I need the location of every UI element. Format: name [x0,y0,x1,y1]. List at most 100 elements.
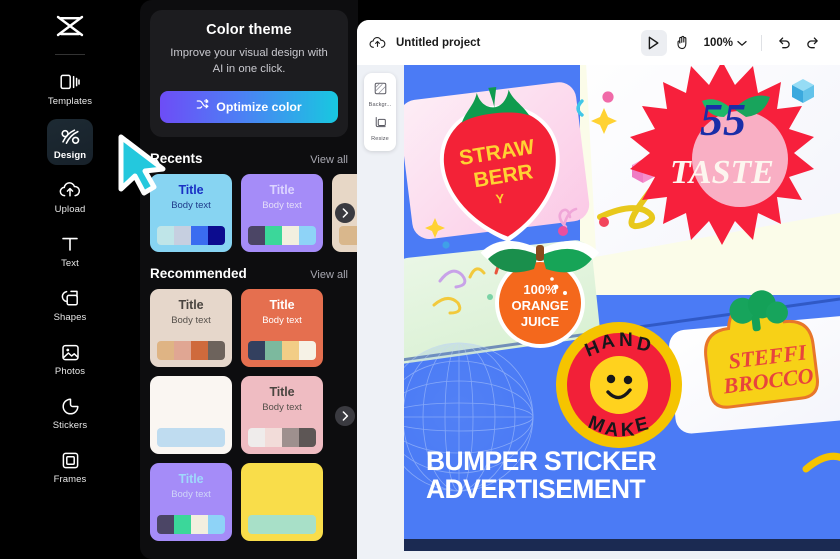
color-swatch [282,515,299,535]
template-card-swatches [157,226,225,246]
sidebar-item-label: Text [61,258,79,269]
rail-divider [55,54,85,55]
svg-text:N: N [619,330,633,351]
zoom-control[interactable]: 100% [704,34,747,52]
artboard-headline[interactable]: BUMPER STICKER ADVERTISEMENT [426,447,657,503]
recents-card-row[interactable]: Title Body text Title Body text [140,174,358,253]
recents-header: Recents View all [140,151,358,166]
color-swatch [299,515,316,535]
design-icon [60,125,81,147]
color-swatch [174,428,191,448]
color-swatch [157,226,174,246]
template-card[interactable]: Title Body text [150,289,232,368]
templates-icon [60,71,80,93]
project-name[interactable]: Untitled project [396,37,480,49]
redo-button[interactable] [800,30,826,56]
template-card[interactable] [150,376,232,455]
resize-icon [374,116,387,134]
recommended-view-all-link[interactable]: View all [310,269,348,281]
color-swatch [174,341,191,361]
template-card-title: Title [269,183,295,198]
toolbar-right-group: 100% [640,20,826,65]
template-card-title: Title [178,183,204,198]
color-swatch [248,341,265,361]
template-card[interactable]: Title Body text [241,174,323,253]
sidebar-item-shapes[interactable]: Shapes [48,281,92,327]
color-swatch [174,226,191,246]
sidebar-item-stickers[interactable]: Stickers [48,389,92,435]
color-theme-title: Color theme [206,22,292,38]
color-swatch [282,341,299,361]
template-card-swatches [248,341,316,361]
template-card[interactable]: Title Body text [150,463,232,542]
left-nav-rail: Templates Design Upload Text Shapes Phot… [0,0,140,559]
photos-icon [61,341,80,363]
canvas-stage[interactable]: Backgr... Resize STRAW BERR Y 55 TASTE 1… [357,65,840,559]
color-swatch [339,226,356,246]
template-card-body: Body text [262,200,302,212]
optimize-color-label: Optimize color [216,100,302,115]
cloud-save-icon[interactable] [369,36,386,50]
chevron-right-icon [342,208,348,218]
color-swatch [265,226,282,246]
sidebar-item-label: Photos [54,366,86,377]
template-card[interactable]: Title Body text [241,376,323,455]
artboard-bottom-bar [404,539,840,551]
sidebar-item-label: Design [53,150,87,161]
recents-view-all-link[interactable]: View all [310,154,348,166]
template-card-body: Body text [262,315,302,327]
color-swatch [208,428,225,448]
template-card[interactable]: Title Body text [241,289,323,368]
color-swatch [265,515,282,535]
optimize-color-button[interactable]: Optimize color [160,91,338,124]
resize-tool-button[interactable]: Resize [364,112,396,146]
template-card-swatches [157,341,225,361]
sidebar-item-text[interactable]: Text [48,227,92,273]
sidebar-item-design[interactable]: Design [47,119,93,165]
color-swatch [282,428,299,448]
template-card-swatches [248,428,316,448]
chevron-down-icon [737,34,747,52]
color-swatch [157,341,174,361]
template-card-body: Body text [262,402,302,414]
template-card-swatches [248,226,316,246]
undo-icon [779,37,790,49]
svg-text:100%: 100% [523,282,557,297]
color-swatch [208,226,225,246]
undo-button[interactable] [771,30,797,56]
resize-tool-label: Resize [371,136,389,142]
template-card-body: Body text [171,200,211,212]
sidebar-item-upload[interactable]: Upload [48,173,92,219]
app-root: Templates Design Upload Text Shapes Phot… [0,0,840,559]
template-card[interactable] [241,463,323,542]
design-artboard[interactable]: STRAW BERR Y 55 TASTE 100% ORANGE JUICE … [404,65,840,551]
recommended-scroll-next-button[interactable] [335,406,355,426]
svg-text:55: 55 [700,94,746,145]
color-swatch [174,515,191,535]
hand-pan-icon [677,35,687,50]
sidebar-item-templates[interactable]: Templates [48,65,92,111]
template-card-title: Title [269,385,295,400]
background-icon [374,82,387,100]
hand-tool-button[interactable] [670,30,696,56]
sidebar-item-photos[interactable]: Photos [48,335,92,381]
select-tool-button[interactable] [640,29,667,56]
color-swatch [248,428,265,448]
canvas-mini-toolbar: Backgr... Resize [364,73,396,151]
recommended-card-grid[interactable]: Title Body text Title Body text Title Body te… [140,289,358,542]
template-card-title: Title [178,472,204,487]
sidebar-item-label: Stickers [52,420,88,431]
svg-text:TASTE: TASTE [670,154,774,191]
recents-title: Recents [150,151,203,167]
sidebar-item-frames[interactable]: Frames [48,443,92,489]
zoom-level-value: 100% [703,36,733,49]
cursor-select-icon [648,36,659,49]
template-card-swatches [157,515,225,535]
template-card[interactable]: Title Body text [150,174,232,253]
background-tool-button[interactable]: Backgr... [364,78,396,112]
sidebar-item-label: Templates [47,96,93,107]
editor-toolbar: Untitled project 100% [357,20,840,65]
color-swatch [265,341,282,361]
app-logo[interactable] [48,8,92,48]
color-swatch [248,226,265,246]
